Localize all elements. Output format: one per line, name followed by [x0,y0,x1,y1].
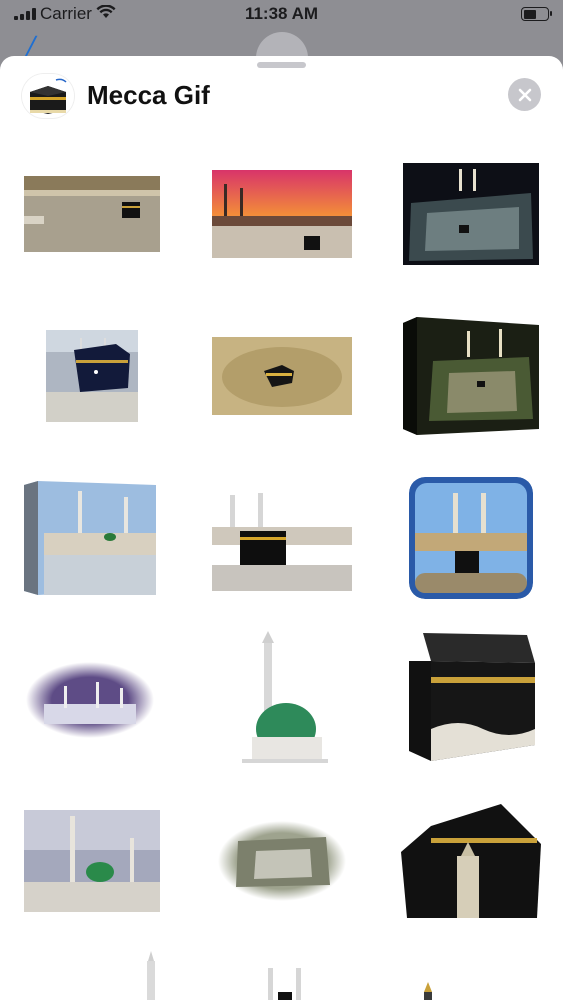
sticker-mosque-night-canvas[interactable] [403,317,539,435]
sticker-minaret[interactable] [140,951,162,1000]
sticker-kaaba-aerial-day[interactable] [212,337,352,415]
sticker-grand-mosque-crowd[interactable] [24,176,160,252]
battery-icon [521,7,552,21]
clock-time: 11:38 AM [244,4,319,23]
sticker-spire[interactable] [420,982,436,1000]
sticker-mosque-oval-aerial[interactable] [218,821,346,901]
sticker-mosque-night-aerial[interactable] [403,163,539,265]
kaaba-icon [22,74,74,118]
sticker-kaaba-framed[interactable] [409,477,533,599]
sticker-mosque-oval-night[interactable] [24,660,156,740]
sticker-prophets-mosque-day[interactable] [24,810,160,912]
sticker-prophets-mosque-reflection[interactable] [24,481,156,595]
close-button[interactable] [508,78,541,111]
sticker-kaaba-cube[interactable] [409,633,537,763]
sticker-kaaba-clock-tower[interactable] [401,804,541,918]
sticker-kaaba-minarets[interactable] [212,489,352,591]
status-bar: Carrier 11:38 AM [0,0,563,30]
sticker-kaaba-closeup[interactable] [46,330,138,422]
app-title: Mecca Gif [87,80,210,110]
sticker-mosque-sunset[interactable] [212,170,352,258]
sheet-grabber[interactable] [257,62,306,68]
sticker-green-dome[interactable] [238,631,330,765]
sheet-header: Mecca Gif [0,72,563,122]
close-icon [518,88,531,101]
sticker-minarets-kaaba[interactable] [262,966,308,1000]
sticker-sheet: Mecca Gif [0,56,563,1000]
